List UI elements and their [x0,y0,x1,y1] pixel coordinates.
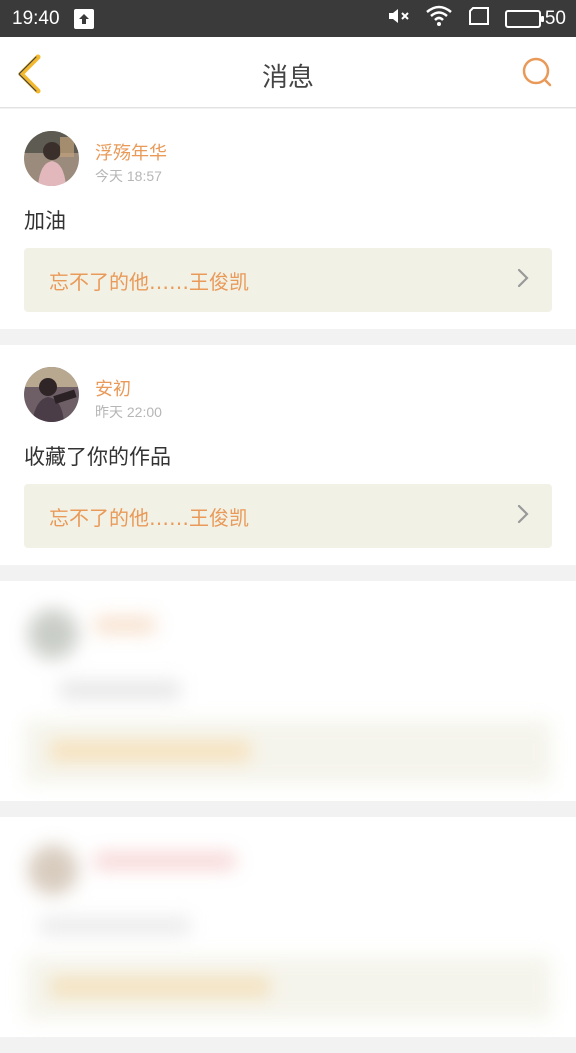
battery-icon [504,9,544,28]
avatar[interactable] [24,131,79,186]
page-title: 消息 [261,63,314,93]
status-bar: 19:40 50 [0,0,576,37]
work-reference[interactable]: 忘不了的他……王俊凯 [24,484,552,548]
blurred-message-card [0,581,576,801]
username[interactable]: 浮殇年华 [95,139,167,165]
nav-bar: 消息 [0,37,576,108]
timestamp: 昨天 22:00 [95,404,162,420]
blurred-content [0,581,576,801]
upload-icon [73,8,94,29]
work-title: 忘不了的他……王俊凯 [49,269,249,294]
message-card: 安初 昨天 22:00 收藏了你的作品 忘不了的他……王俊凯 [0,345,576,565]
message-content: 加油 [24,209,66,233]
mute-icon [387,6,411,32]
work-title: 忘不了的他……王俊凯 [49,505,249,530]
username[interactable]: 安初 [95,375,131,401]
search-icon[interactable] [520,55,554,89]
blurred-message-card [0,817,576,1037]
chevron-right-icon [516,503,530,529]
avatar[interactable] [24,367,79,422]
message-content: 收藏了你的作品 [24,445,171,469]
sim-icon [467,6,491,32]
blurred-content [0,817,576,1037]
wifi-icon [425,5,453,33]
timestamp: 今天 18:57 [95,168,162,184]
battery-indicator: 50 [504,7,566,30]
message-card: 浮殇年华 今天 18:57 加油 忘不了的他……王俊凯 [0,109,576,329]
chevron-right-icon [516,267,530,293]
work-reference[interactable]: 忘不了的他……王俊凯 [24,248,552,312]
clock: 19:40 [12,7,60,29]
message-list: 浮殇年华 今天 18:57 加油 忘不了的他……王俊凯 安初 昨天 22:00 … [0,109,576,1053]
battery-percent: 50 [544,7,566,29]
